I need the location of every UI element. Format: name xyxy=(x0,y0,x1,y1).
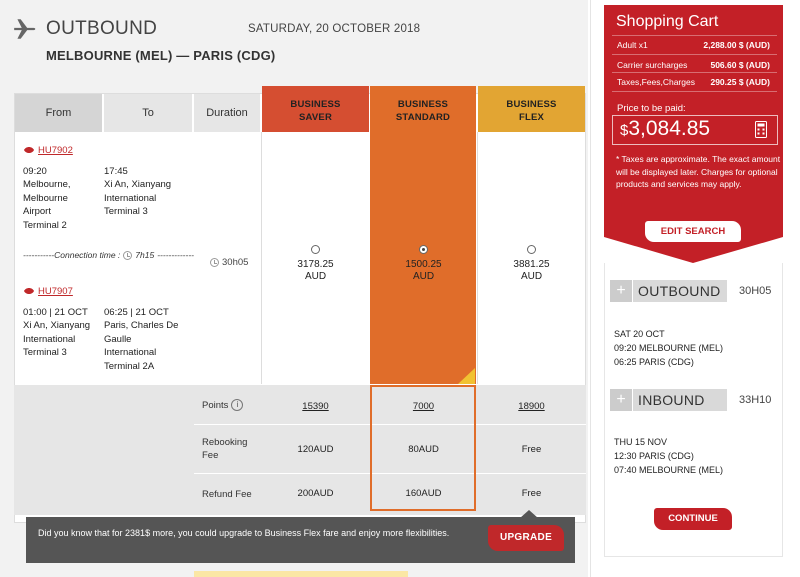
connection-label: -----------Connection time : xyxy=(23,250,121,260)
next-section-strip xyxy=(194,571,408,577)
summary-inbound-title[interactable]: INBOUND xyxy=(633,389,727,411)
rebooking-flex: Free xyxy=(521,444,542,455)
summary-outbound-duration: 30H05 xyxy=(739,285,772,297)
clock-icon xyxy=(123,250,133,260)
plane-icon xyxy=(14,19,36,39)
continue-button[interactable]: CONTINUE xyxy=(654,508,732,530)
cart-divider xyxy=(612,54,777,55)
cart-divider xyxy=(612,72,777,73)
page-title: OUTBOUND xyxy=(46,18,158,39)
fare-header-line: STANDARD xyxy=(395,112,451,123)
cart-line-value: 506.60 $ (AUD) xyxy=(710,60,770,70)
cart-divider xyxy=(612,91,777,92)
flight-number: HU7902 xyxy=(38,145,73,156)
flight-number: HU7907 xyxy=(38,286,73,297)
connection-duration: 7h15 xyxy=(135,250,155,260)
fare-header-business-flex[interactable]: BUSINESS FLEX xyxy=(478,86,585,132)
summary-outbound-title[interactable]: OUTBOUND xyxy=(633,280,727,302)
cart-line-label: Adult x1 xyxy=(617,40,648,50)
departure-place: Xi An, Xianyang International Terminal 3 xyxy=(23,320,91,358)
summary-inbound-details: THU 15 NOV 12:30 PARIS (CDG) 07:40 MELBO… xyxy=(614,437,724,475)
fare-radio-flex[interactable] xyxy=(527,245,536,254)
price-total: $3,084.85 xyxy=(620,117,711,140)
flight-number-link[interactable]: HU7907 xyxy=(23,286,73,297)
route-title: MELBOURNE (MEL) — PARIS (CDG) xyxy=(46,48,276,63)
cart-line-label: Carrier surcharges xyxy=(617,60,688,70)
departure-place: Melbourne, Melbourne Airport Terminal 2 xyxy=(23,179,71,231)
cart-line-value: 290.25 $ (AUD) xyxy=(710,77,770,87)
flight-selection-panel: OUTBOUND SATURDAY, 20 OCTOBER 2018 MELBO… xyxy=(0,0,588,577)
points-label: Points i xyxy=(202,399,244,412)
points-saver[interactable]: 15390 xyxy=(262,401,369,412)
duration-value: 30h05 xyxy=(222,257,249,268)
fare-radio-standard[interactable] xyxy=(419,245,428,254)
points-flex[interactable]: 18900 xyxy=(478,401,585,412)
connection-suffix: ------------- xyxy=(157,250,195,260)
rebooking-saver: 120AUD xyxy=(297,444,334,455)
plus-icon[interactable]: + xyxy=(610,280,632,302)
cart-divider xyxy=(612,35,777,36)
arrival-place: Xi An, Xianyang International Terminal 3 xyxy=(104,179,172,217)
fare-header-business-standard[interactable]: BUSINESS STANDARD xyxy=(370,86,476,132)
refund-flex: Free xyxy=(521,488,542,499)
column-header-duration[interactable]: Duration xyxy=(194,94,261,132)
fare-radio-saver[interactable] xyxy=(311,245,320,254)
rebooking-fee-label: Rebooking Fee xyxy=(202,437,248,461)
column-header-from[interactable]: From xyxy=(15,94,103,132)
refund-saver: 200AUD xyxy=(297,488,334,499)
clock-icon xyxy=(210,258,219,267)
column-divider xyxy=(261,132,262,384)
summary-inbound-duration: 33H10 xyxy=(739,394,772,406)
selected-fare-column xyxy=(370,132,476,384)
refund-fee-label: Refund Fee xyxy=(202,489,252,500)
airline-logo-icon xyxy=(24,288,34,294)
fare-price-standard: 1500.25 AUD xyxy=(405,259,442,282)
cart-title: Shopping Cart xyxy=(616,13,719,30)
connection-time: -----------Connection time : 7h15 ------… xyxy=(23,250,194,260)
info-icon[interactable]: i xyxy=(231,399,244,412)
selected-fare-outline xyxy=(370,385,476,511)
flight-date: SATURDAY, 20 OCTOBER 2018 xyxy=(248,23,421,35)
arrival-place: Paris, Charles De Gaulle International T… xyxy=(104,320,179,372)
departure-time: 01:00 | 21 OCT xyxy=(23,307,88,318)
fare-header-business-saver[interactable]: BUSINESS SAVER xyxy=(262,86,369,132)
fare-price-saver: 3178.25 AUD xyxy=(297,259,334,282)
plus-icon[interactable]: + xyxy=(610,389,632,411)
fare-header-line: SAVER xyxy=(298,112,333,123)
fare-header-line: FLEX xyxy=(518,112,545,123)
total-duration: 30h05 xyxy=(210,257,248,268)
airline-logo-icon xyxy=(24,147,34,153)
upgrade-button[interactable]: UPGRADE xyxy=(488,525,564,551)
edit-search-button[interactable]: EDIT SEARCH xyxy=(645,221,741,242)
cart-line-label: Taxes,Fees,Charges xyxy=(617,77,695,87)
selected-corner-marker xyxy=(458,368,475,384)
fare-price-flex: 3881.25 AUD xyxy=(513,259,550,282)
panel-divider xyxy=(590,0,591,577)
flight-number-link[interactable]: HU7902 xyxy=(23,145,73,156)
column-divider xyxy=(477,132,478,384)
arrival-time: 06:25 | 21 OCT xyxy=(104,307,169,318)
price-to-pay-label: Price to be paid: xyxy=(617,103,686,114)
fare-header-line: BUSINESS xyxy=(506,99,557,110)
calculator-icon[interactable] xyxy=(755,121,767,138)
summary-outbound-details: SAT 20 OCT 09:20 MELBOURNE (MEL) 06:25 P… xyxy=(614,329,724,367)
upgrade-message: Did you know that for 2381$ more, you co… xyxy=(38,528,450,538)
column-header-to[interactable]: To xyxy=(104,94,193,132)
fare-header-line: BUSINESS xyxy=(397,99,449,110)
taxes-note: * Taxes are approximate. The exact amoun… xyxy=(616,154,781,189)
arrival-time: 17:45 xyxy=(104,166,128,177)
fare-header-line: BUSINESS xyxy=(290,99,341,110)
cart-line-value: 2,288.00 $ (AUD) xyxy=(703,40,770,50)
departure-time: 09:20 xyxy=(23,166,47,177)
